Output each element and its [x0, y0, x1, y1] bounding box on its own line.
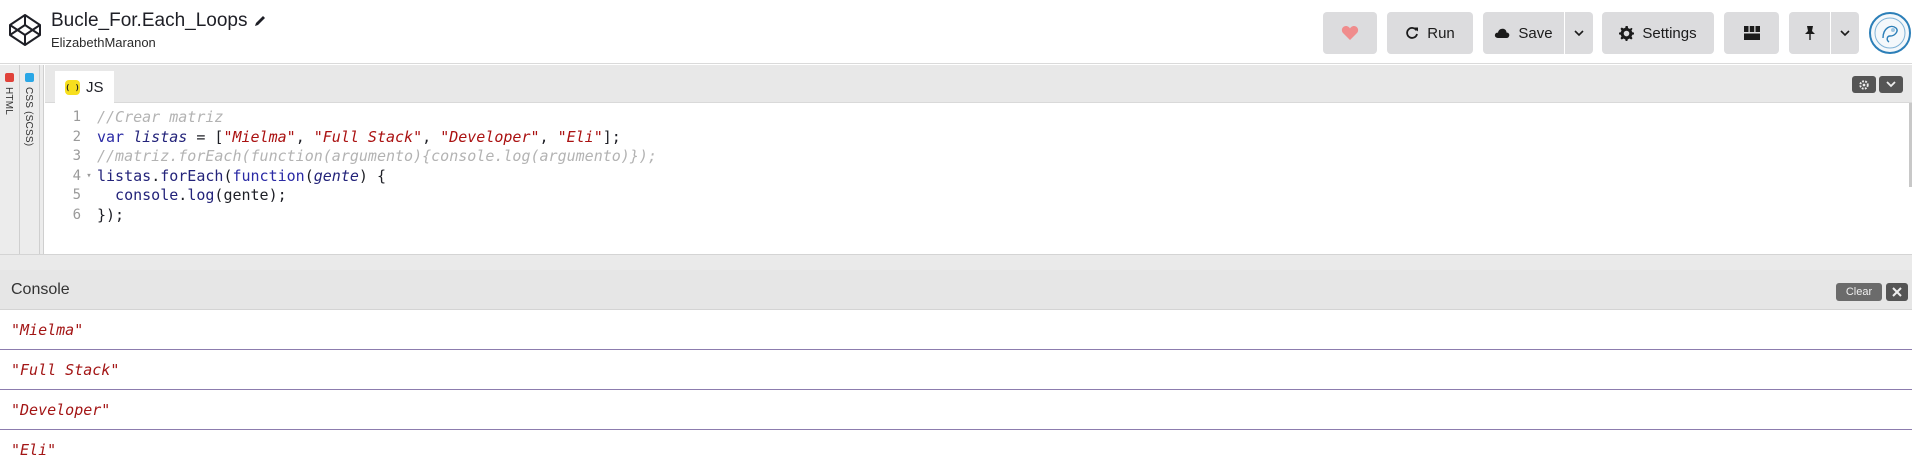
code-token: ]; [602, 127, 621, 146]
css-editor-collapsed[interactable]: CSS (SCSS) [20, 65, 40, 254]
run-button[interactable]: Run [1387, 12, 1473, 54]
pin-options-button[interactable] [1831, 12, 1859, 54]
codepen-logo-icon[interactable] [7, 12, 43, 48]
save-label: Save [1518, 24, 1553, 42]
pin-icon [1804, 26, 1815, 40]
pen-title-text[interactable]: Bucle_For.Each_Loops [51, 10, 247, 32]
tab-js[interactable]: ( ) JS [55, 71, 114, 103]
code-token: forEach [160, 166, 224, 185]
code-token: "Mielma" [223, 127, 296, 146]
code-token: ) { [358, 166, 386, 185]
pencil-icon[interactable] [253, 14, 267, 28]
chevron-down-icon [1574, 29, 1584, 36]
heart-icon [1341, 26, 1359, 40]
close-icon [1892, 287, 1902, 297]
line-number: 4 [72, 167, 81, 184]
code-token: = [ [187, 127, 224, 146]
code-token: function [232, 166, 305, 185]
pen-title-block: Bucle_For.Each_Loops ElizabethMaranon [51, 10, 267, 50]
like-button[interactable] [1323, 12, 1377, 54]
line-number: 6 [72, 207, 81, 223]
code-text[interactable]: //matriz.forEach(function(argumento){con… [97, 147, 657, 165]
save-button[interactable]: Save [1483, 12, 1564, 54]
collapsed-editors: HTML CSS (SCSS) [0, 65, 44, 254]
change-view-button[interactable] [1724, 12, 1779, 54]
js-tab-label: JS [86, 78, 104, 96]
js-editor-header: ( ) JS [45, 65, 1912, 103]
line-number: 1 [72, 109, 81, 125]
console-entry: "Eli" [0, 430, 1912, 470]
code-token: , [539, 127, 558, 146]
fold-marker-icon[interactable]: ▾ [81, 171, 97, 181]
code-text[interactable]: console.log(gente); [97, 186, 287, 204]
html-badge-icon [5, 73, 14, 82]
code-token: , [295, 127, 314, 146]
console-entry-text: "Mielma" [11, 321, 84, 339]
layout-icon [1743, 26, 1760, 40]
line-number: 3 [72, 148, 81, 165]
code-token: gente [223, 186, 269, 205]
editor-settings-button[interactable] [1852, 76, 1876, 93]
console-entry-text: "Developer" [11, 401, 111, 419]
code-token: //matriz.forEach(function(argumento){con… [97, 147, 657, 166]
pin-button[interactable] [1789, 12, 1830, 54]
code-line[interactable]: 6}); [45, 203, 1865, 227]
run-label: Run [1427, 24, 1455, 42]
avatar-image [1874, 17, 1906, 49]
chevron-down-icon [1886, 81, 1896, 88]
console-entry: "Developer" [0, 390, 1912, 430]
console-title: Console [11, 281, 70, 298]
css-tab-label: CSS (SCSS) [23, 87, 34, 147]
console-entry: "Full Stack" [0, 350, 1912, 390]
html-tab-label: HTML [3, 87, 14, 116]
js-badge-icon: ( ) [65, 79, 80, 95]
console-clear-button[interactable]: Clear [1836, 283, 1882, 301]
save-options-button[interactable] [1565, 12, 1593, 54]
code-token: ( [304, 166, 314, 185]
code-token: "Full Stack" [313, 127, 423, 146]
code-token: log [187, 186, 215, 205]
html-editor-collapsed[interactable]: HTML [0, 65, 20, 254]
code-token: listas [133, 127, 188, 146]
console-entry-text: "Eli" [11, 441, 57, 459]
js-code-editor[interactable]: 1 //Crear matriz 2 var listas = ["Mielma", … [45, 103, 1912, 254]
gear-icon [1619, 25, 1635, 41]
code-token: . [151, 166, 161, 185]
editor-collapse-button[interactable] [1879, 76, 1903, 93]
code-token: }); [97, 206, 125, 224]
code-text[interactable]: }); [97, 206, 124, 224]
pen-author[interactable]: ElizabethMaranon [51, 35, 267, 50]
code-token: listas [97, 166, 152, 185]
code-token: ); [268, 186, 287, 205]
refresh-icon [1406, 27, 1419, 39]
code-token: //Crear matriz [97, 108, 224, 126]
line-number: 5 [72, 187, 81, 204]
settings-button[interactable]: Settings [1602, 12, 1714, 54]
cloud-icon [1495, 28, 1510, 38]
code-token: "Eli" [557, 127, 603, 146]
css-badge-icon [25, 73, 34, 82]
console-header: Console [0, 270, 1912, 310]
settings-label: Settings [1642, 24, 1697, 42]
line-number: 2 [72, 128, 81, 145]
code-token: gente [313, 166, 359, 185]
code-token: console [97, 186, 179, 205]
code-token: . [178, 186, 188, 205]
code-text[interactable]: //Crear matriz [97, 108, 223, 126]
code-token: , [422, 127, 441, 146]
code-text[interactable]: var listas = ["Mielma", "Full Stack", "D… [97, 128, 621, 146]
code-token: var [97, 127, 125, 146]
gear-icon [1859, 79, 1869, 90]
console-entry-text: "Full Stack" [11, 361, 120, 379]
code-text[interactable]: listas.forEach(function(gente) { [97, 167, 386, 185]
user-avatar[interactable] [1869, 12, 1911, 54]
console-entry: "Mielma" [0, 310, 1912, 350]
pen-title[interactable]: Bucle_For.Each_Loops [51, 10, 267, 32]
panel-resizer[interactable] [0, 254, 1912, 270]
top-header: Bucle_For.Each_Loops ElizabethMaranon Ru… [0, 0, 1912, 64]
code-token: "Developer" [440, 127, 540, 146]
console-close-button[interactable] [1886, 283, 1908, 301]
chevron-down-icon [1840, 29, 1850, 36]
